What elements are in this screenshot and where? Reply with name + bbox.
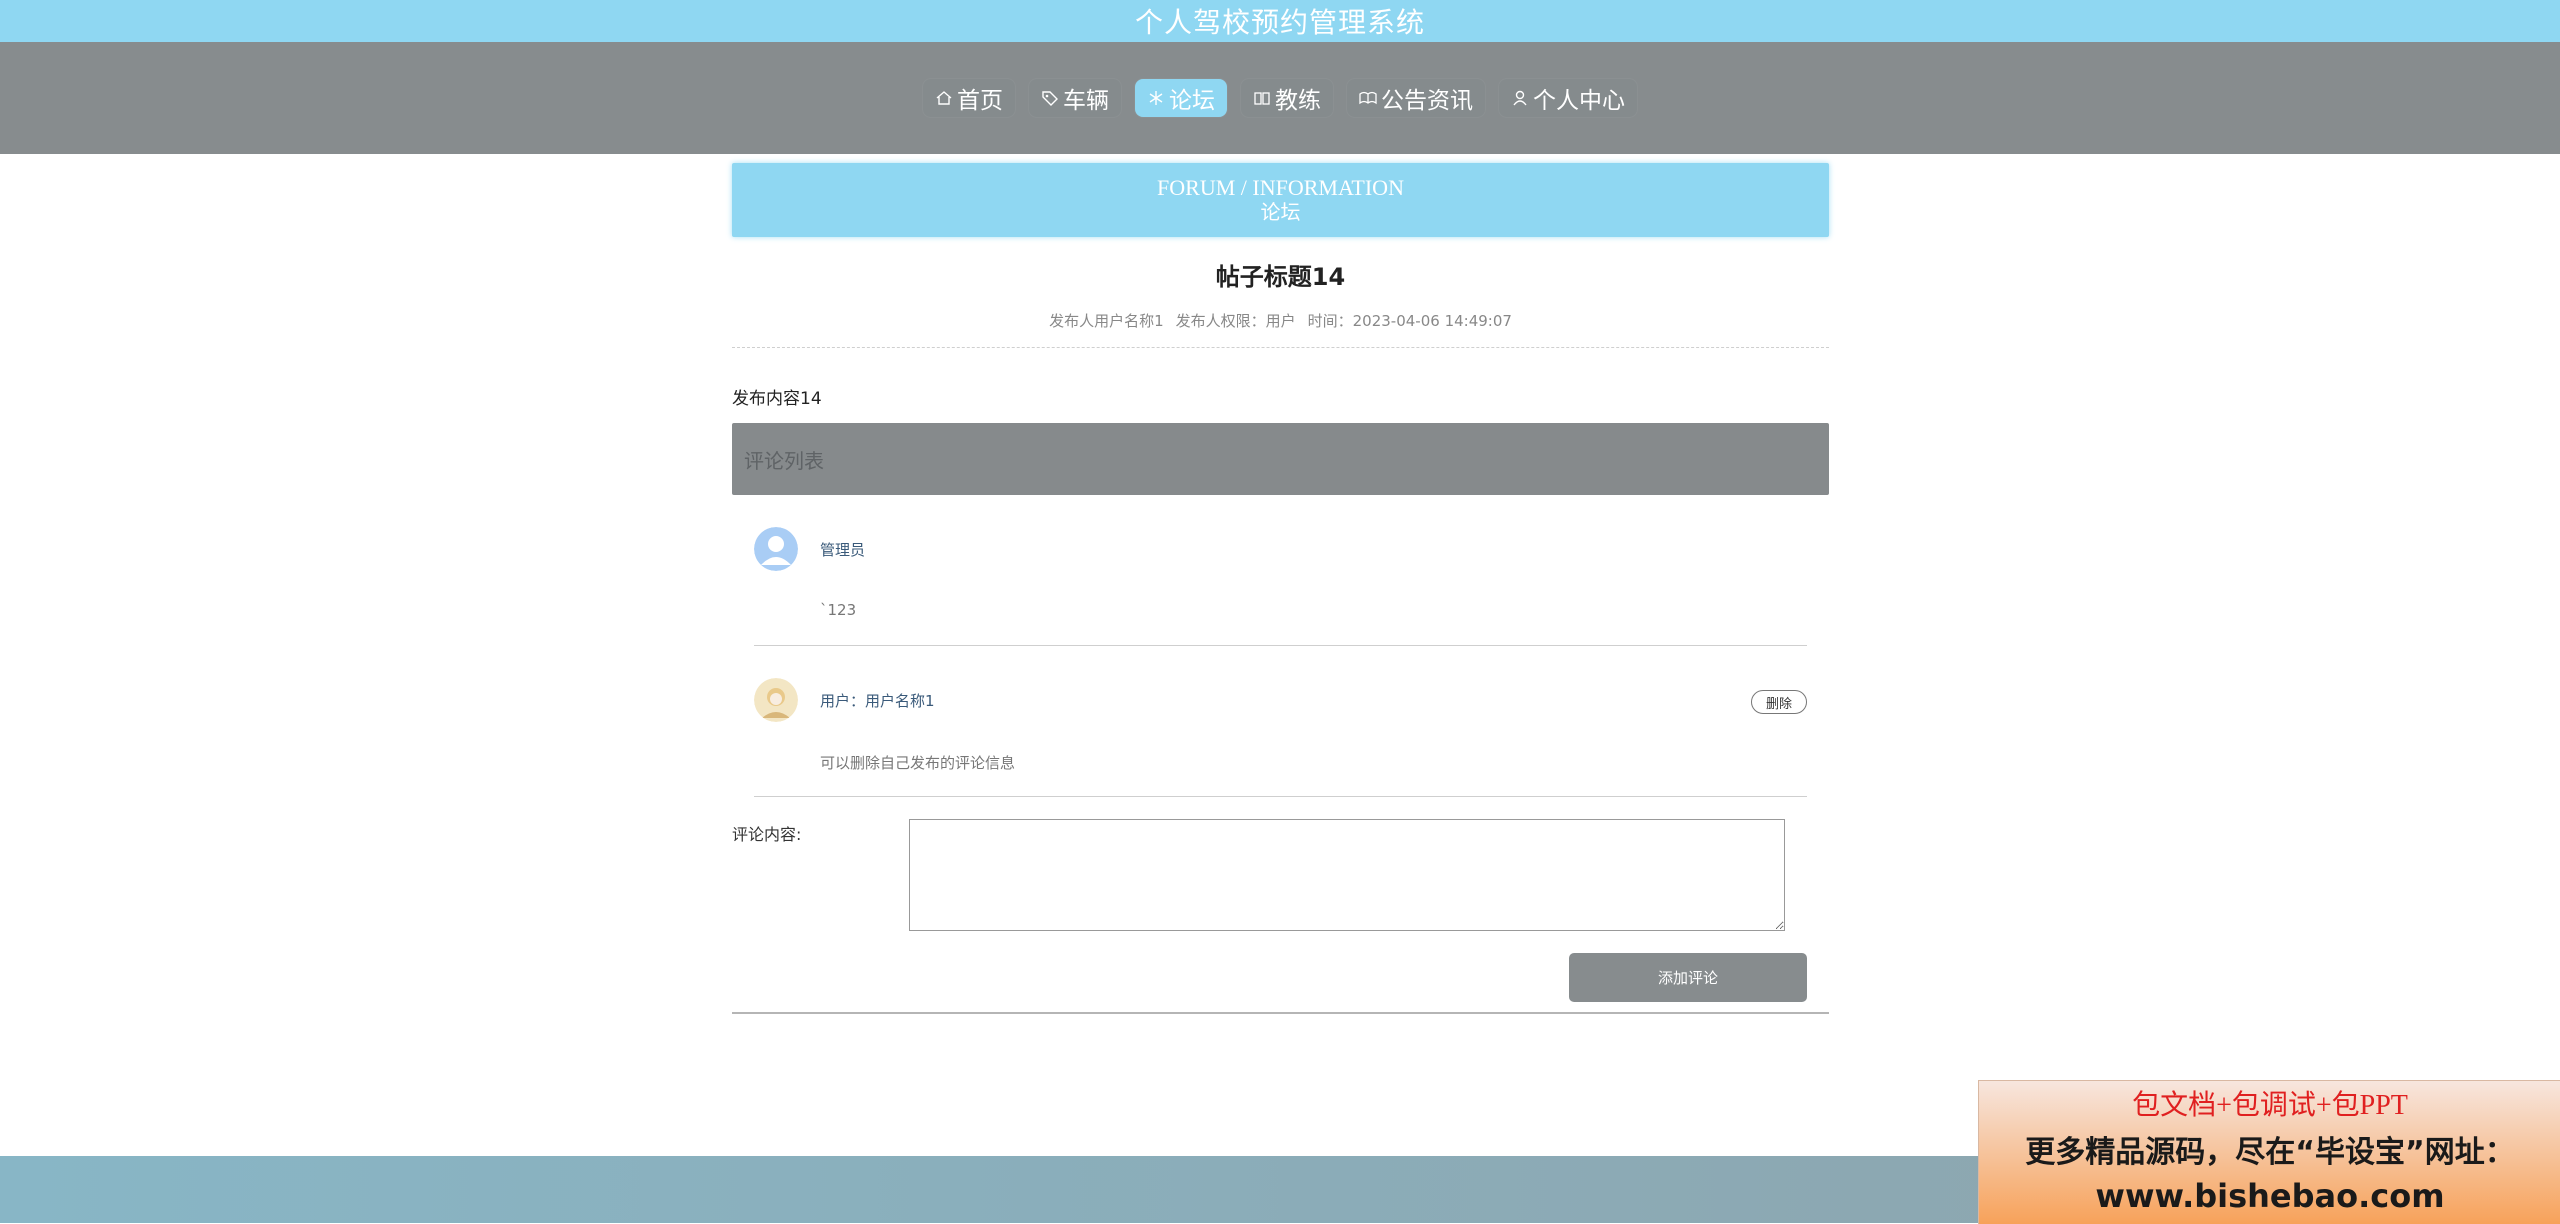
add-comment-button[interactable]: 添加评论 [1569, 953, 1807, 1002]
comment-item: 用户：用户名称1 可以删除自己发布的评论信息 删除 [754, 646, 1807, 797]
nav-item-announcements[interactable]: 公告资讯 [1347, 79, 1485, 117]
post-meta: 发布人用户名称1 发布人权限：用户 时间：2023-04-06 14:49:07 [732, 310, 1829, 331]
divider [732, 347, 1829, 348]
nav-item-profile[interactable]: 个人中心 [1499, 79, 1637, 117]
promo-line-2: 更多精品源码，尽在“毕设宝”网址： [2025, 1135, 2515, 1170]
comment-text: `123 [820, 601, 857, 619]
comment-textarea[interactable] [909, 819, 1785, 931]
user-avatar [754, 678, 798, 722]
nav-item-label: 论坛 [1169, 88, 1215, 114]
promo-banner[interactable]: 包文档+包调试+包PPT 更多精品源码，尽在“毕设宝”网址： www.bishe… [1978, 1080, 2560, 1224]
comments-header: 评论列表 [732, 423, 1829, 495]
section-banner: FORUM / INFORMATION 论坛 [732, 163, 1829, 237]
post-title: 帖子标题14 [1215, 263, 1346, 291]
book-icon [1253, 89, 1271, 107]
nav-item-label: 车辆 [1063, 88, 1109, 114]
home-icon [935, 89, 953, 107]
comment-user: 管理员 [820, 540, 866, 559]
app-title: 个人驾校预约管理系统 [0, 0, 2560, 42]
comment-item: 管理员 `123 [754, 495, 1807, 646]
promo-line-1: 包文档+包调试+包PPT [2132, 1090, 2408, 1121]
nav-item-coaches[interactable]: 教练 [1241, 79, 1333, 117]
nav-item-label: 个人中心 [1533, 88, 1625, 114]
banner-en-title: FORUM / INFORMATION [1157, 175, 1404, 200]
promo-url: www.bishebao.com [2095, 1177, 2445, 1215]
banner-cn-title: 论坛 [1260, 202, 1301, 224]
main-nav: 首页 车辆 论坛 教练 公告资讯 个人中心 [0, 42, 2560, 154]
post-role: 发布人权限：用户 [1175, 312, 1296, 330]
comment-form: 评论内容: [732, 819, 1829, 939]
default-avatar [754, 527, 798, 571]
forum-detail: FORUM / INFORMATION 论坛 帖子标题14 发布人用户名称1 发… [732, 163, 1829, 1014]
comment-user: 用户：用户名称1 [820, 691, 935, 710]
snowflake-icon [1147, 89, 1165, 107]
nav-item-label: 公告资讯 [1381, 88, 1473, 114]
nav-item-home[interactable]: 首页 [923, 79, 1015, 117]
user-icon [1511, 89, 1529, 107]
delete-comment-button[interactable]: 删除 [1750, 690, 1807, 714]
post-author: 发布人用户名称1 [1049, 312, 1164, 330]
nav-item-label: 首页 [957, 88, 1003, 114]
nav-item-vehicles[interactable]: 车辆 [1029, 79, 1121, 117]
nav-item-label: 教练 [1275, 88, 1321, 114]
post-time: 时间：2023-04-06 14:49:07 [1307, 312, 1512, 330]
comment-text: 可以删除自己发布的评论信息 [820, 754, 1016, 772]
comment-label: 评论内容: [732, 825, 802, 844]
post-content: 发布内容14 [732, 389, 822, 409]
nav-item-forum[interactable]: 论坛 [1135, 79, 1227, 117]
divider [732, 1012, 1829, 1014]
open-book-icon [1359, 89, 1377, 107]
tag-icon [1041, 89, 1059, 107]
